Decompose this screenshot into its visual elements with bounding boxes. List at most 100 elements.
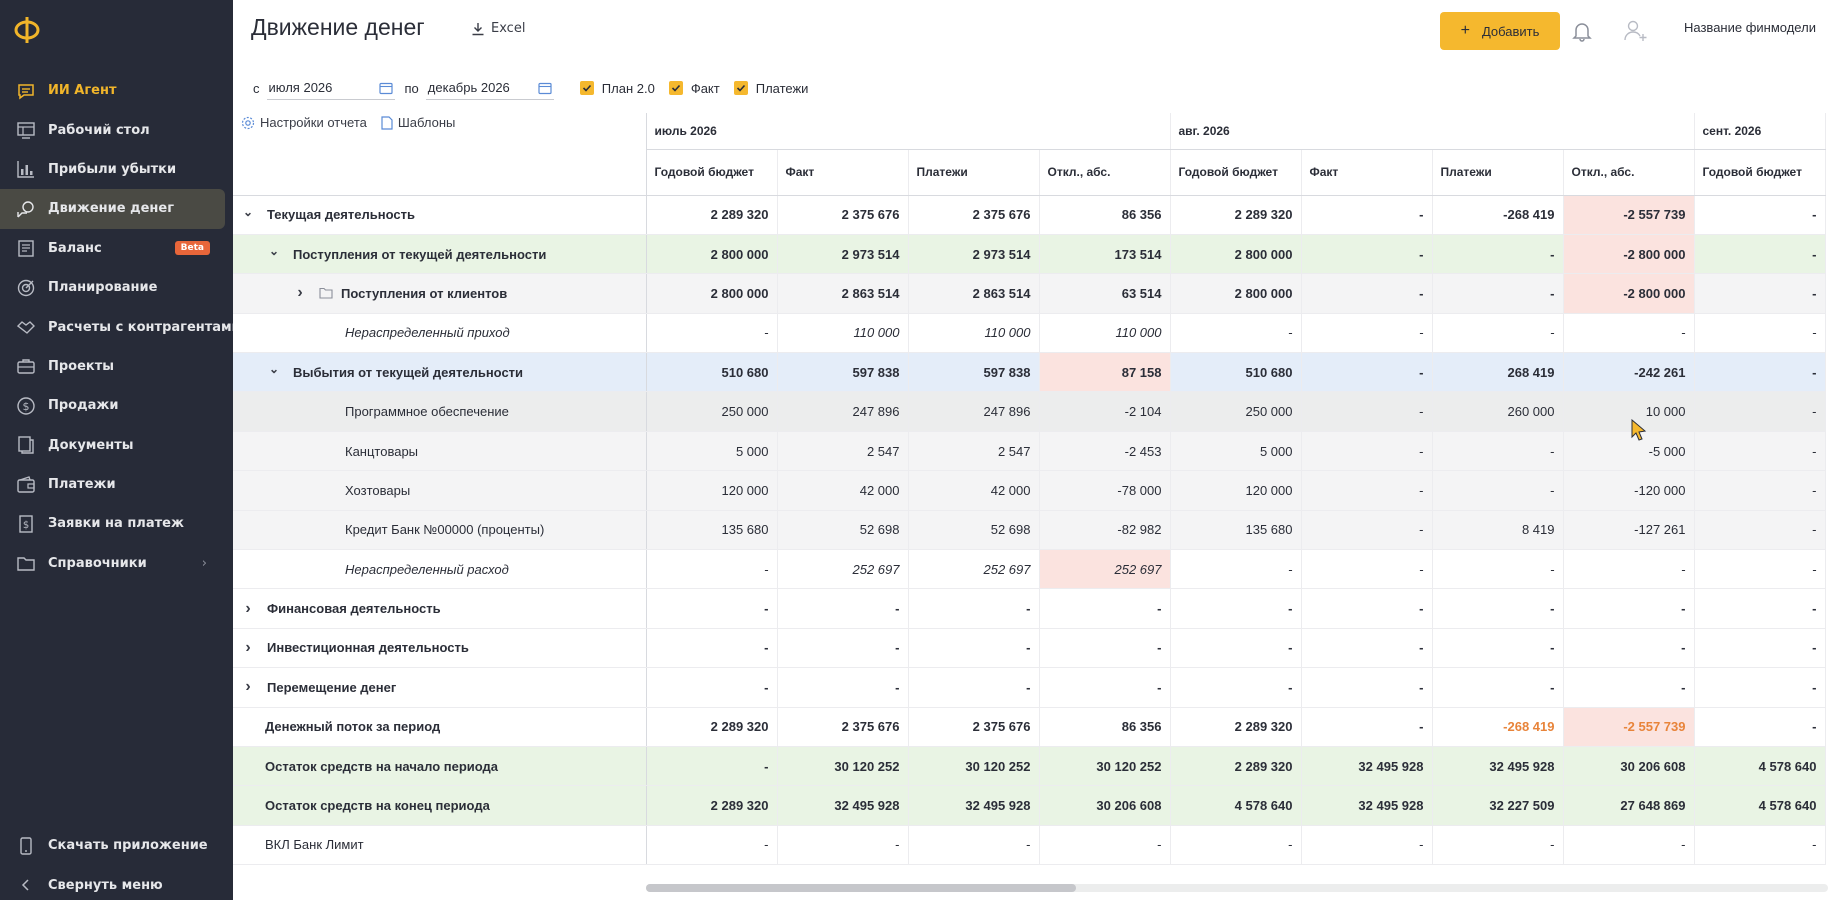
value-cell[interactable]: - bbox=[1694, 234, 1826, 275]
table-row[interactable]: Нераспределенный приход -110 000 110 000 11… bbox=[233, 313, 1826, 354]
value-cell[interactable]: - bbox=[1432, 628, 1564, 669]
value-cell[interactable]: -242 261 bbox=[1563, 352, 1695, 393]
value-cell[interactable]: -82 982 bbox=[1039, 510, 1171, 551]
value-cell[interactable]: - bbox=[646, 313, 778, 354]
value-cell[interactable]: 87 158 bbox=[1039, 352, 1171, 393]
value-cell[interactable]: - bbox=[1563, 825, 1695, 866]
value-cell[interactable]: - bbox=[1170, 313, 1302, 354]
value-cell[interactable]: 63 514 bbox=[1039, 273, 1171, 314]
value-cell[interactable]: - bbox=[1039, 825, 1171, 866]
value-cell[interactable]: - bbox=[1694, 195, 1826, 235]
table-row[interactable]: Хозтовары 120 000 42 000 42 000 -78 000 120 0… bbox=[233, 470, 1826, 511]
value-cell[interactable]: 4 578 640 bbox=[1694, 785, 1826, 826]
value-cell[interactable]: - bbox=[1694, 588, 1826, 629]
value-cell[interactable]: 252 697 bbox=[1039, 549, 1171, 590]
value-cell[interactable]: - bbox=[646, 549, 778, 590]
table-row[interactable]: Остаток средств на конец периода 2 289 32… bbox=[233, 785, 1826, 826]
value-cell[interactable]: - bbox=[1432, 667, 1564, 708]
value-cell[interactable]: - bbox=[1170, 588, 1302, 629]
value-cell[interactable]: 2 289 320 bbox=[646, 707, 778, 747]
value-cell[interactable]: - bbox=[1432, 273, 1564, 314]
value-cell[interactable]: 32 227 509 bbox=[1432, 785, 1564, 826]
value-cell[interactable]: 5 000 bbox=[646, 431, 778, 472]
value-cell[interactable]: - bbox=[908, 825, 1040, 866]
sidebar-item-counterparties[interactable]: Расчеты с контрагентами bbox=[0, 307, 241, 346]
sidebar-item-profit-loss[interactable]: Прибыли убытки bbox=[0, 150, 233, 189]
value-cell[interactable]: 4 578 640 bbox=[1170, 785, 1302, 826]
value-cell[interactable]: 120 000 bbox=[1170, 470, 1302, 511]
table-row[interactable]: Кредит Банк №00000 (проценты) 135 680 52 6… bbox=[233, 510, 1826, 551]
value-cell[interactable]: - bbox=[646, 588, 778, 629]
logo-icon[interactable] bbox=[12, 14, 42, 46]
value-cell[interactable]: - bbox=[1694, 825, 1826, 866]
report-settings-button[interactable]: Настройки отчета bbox=[241, 115, 367, 130]
value-cell[interactable]: - bbox=[908, 667, 1040, 708]
value-cell[interactable]: - bbox=[1301, 707, 1433, 747]
value-cell[interactable]: 247 896 bbox=[777, 391, 909, 432]
value-cell[interactable]: 32 495 928 bbox=[908, 785, 1040, 826]
value-cell[interactable]: - bbox=[1432, 825, 1564, 866]
value-cell[interactable]: - bbox=[1694, 352, 1826, 393]
value-cell[interactable]: 2 375 676 bbox=[777, 707, 909, 747]
download-app-link[interactable]: Скачать приложение bbox=[0, 826, 233, 865]
value-cell[interactable]: 120 000 bbox=[646, 470, 778, 511]
value-cell[interactable]: - bbox=[1694, 667, 1826, 708]
value-cell[interactable]: 2 289 320 bbox=[646, 195, 778, 235]
sidebar-item-planning[interactable]: Планирование bbox=[0, 268, 233, 307]
value-cell[interactable]: - bbox=[1301, 510, 1433, 551]
bell-icon[interactable] bbox=[1570, 19, 1594, 43]
value-cell[interactable]: 2 800 000 bbox=[646, 273, 778, 314]
value-cell[interactable]: - bbox=[1563, 667, 1695, 708]
value-cell[interactable]: 30 120 252 bbox=[908, 746, 1040, 787]
table-row[interactable]: ⌄ Поступления от текущей деятельности 2 80… bbox=[233, 234, 1826, 275]
table-row[interactable]: › Перемещение денег - - - - - - - - - bbox=[233, 667, 1826, 708]
value-cell[interactable]: - bbox=[1694, 431, 1826, 472]
value-cell[interactable]: 2 375 676 bbox=[908, 707, 1040, 747]
value-cell[interactable]: 268 419 bbox=[1432, 352, 1564, 393]
value-cell[interactable]: 4 578 640 bbox=[1694, 746, 1826, 787]
value-cell[interactable]: 247 896 bbox=[908, 391, 1040, 432]
table-row[interactable]: › Инвестиционная деятельность - - - - - - - - - bbox=[233, 628, 1826, 669]
chevron-right-icon[interactable]: › bbox=[241, 600, 255, 618]
value-cell[interactable]: 173 514 bbox=[1039, 234, 1171, 275]
table-row[interactable]: Нераспределенный расход -252 697 252 697 25… bbox=[233, 549, 1826, 590]
value-cell[interactable]: - bbox=[1039, 667, 1171, 708]
value-cell[interactable]: 2 800 000 bbox=[1170, 273, 1302, 314]
value-cell[interactable]: - bbox=[1432, 588, 1564, 629]
value-cell[interactable]: -2 800 000 bbox=[1563, 273, 1695, 314]
value-cell[interactable]: - bbox=[1694, 313, 1826, 354]
table-row[interactable]: ВКЛ Банк Лимит - - - - - - - - - bbox=[233, 825, 1826, 866]
value-cell[interactable]: -268 419 bbox=[1432, 707, 1564, 747]
value-cell[interactable]: -2 104 bbox=[1039, 391, 1171, 432]
value-cell[interactable]: -5 000 bbox=[1563, 431, 1695, 472]
value-cell[interactable]: 2 863 514 bbox=[908, 273, 1040, 314]
horizontal-scrollbar[interactable] bbox=[646, 884, 1828, 892]
value-cell[interactable]: - bbox=[777, 588, 909, 629]
sidebar-item-ai-agent[interactable]: ИИ Агент bbox=[0, 71, 233, 110]
value-cell[interactable]: -2 557 739 bbox=[1563, 707, 1695, 747]
value-cell[interactable]: 250 000 bbox=[1170, 391, 1302, 432]
chevron-down-icon[interactable]: ⌄ bbox=[267, 362, 281, 376]
value-cell[interactable]: - bbox=[1694, 628, 1826, 669]
value-cell[interactable]: - bbox=[1170, 549, 1302, 590]
chevron-right-icon[interactable]: › bbox=[241, 639, 255, 657]
value-cell[interactable]: 510 680 bbox=[1170, 352, 1302, 393]
value-cell[interactable]: -78 000 bbox=[1039, 470, 1171, 511]
value-cell[interactable]: 86 356 bbox=[1039, 195, 1171, 235]
value-cell[interactable]: 32 495 928 bbox=[1301, 746, 1433, 787]
value-cell[interactable]: - bbox=[1694, 273, 1826, 314]
value-cell[interactable]: - bbox=[1301, 470, 1433, 511]
value-cell[interactable]: - bbox=[1039, 588, 1171, 629]
value-cell[interactable]: 30 120 252 bbox=[1039, 746, 1171, 787]
table-row[interactable]: ⌄ Выбытия от текущей деятельности 510 680 5… bbox=[233, 352, 1826, 393]
value-cell[interactable]: 30 120 252 bbox=[777, 746, 909, 787]
value-cell[interactable]: - bbox=[1563, 313, 1695, 354]
value-cell[interactable]: 597 838 bbox=[908, 352, 1040, 393]
value-cell[interactable]: - bbox=[1432, 234, 1564, 275]
value-cell[interactable]: - bbox=[1170, 667, 1302, 708]
value-cell[interactable]: - bbox=[1301, 431, 1433, 472]
value-cell[interactable]: 30 206 608 bbox=[1563, 746, 1695, 787]
value-cell[interactable]: 2 547 bbox=[777, 431, 909, 472]
value-cell[interactable]: 2 289 320 bbox=[1170, 707, 1302, 747]
value-cell[interactable]: - bbox=[1301, 313, 1433, 354]
